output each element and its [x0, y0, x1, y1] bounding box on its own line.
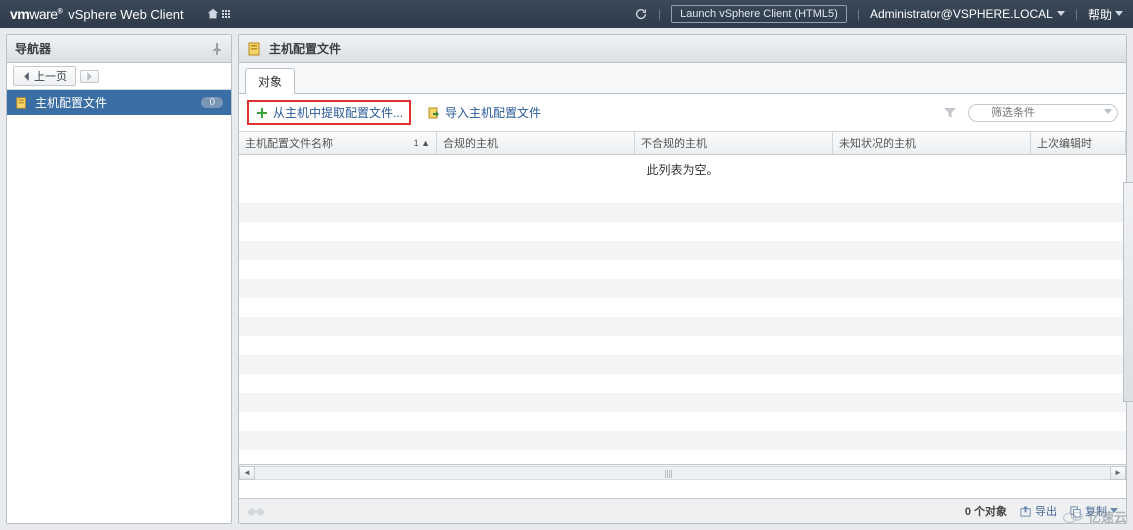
- scroll-track[interactable]: [255, 466, 1110, 480]
- content-header: 主机配置文件: [239, 35, 1126, 63]
- navigator-title: 导航器: [15, 40, 51, 57]
- find-icon[interactable]: [247, 504, 265, 518]
- tab-objects[interactable]: 对象: [245, 68, 295, 94]
- import-profile-label: 导入主机配置文件: [445, 104, 541, 121]
- table-row: [239, 355, 1126, 374]
- table-row: [239, 279, 1126, 298]
- table-header: 主机配置文件名称 1 ▲ 合规的主机 不合规的主机 未知状况的主机 上次编辑时: [239, 132, 1126, 155]
- vmware-logo: vmware®: [10, 6, 62, 22]
- chevron-down-icon: [1057, 11, 1065, 17]
- object-count: 0 个对象: [965, 503, 1007, 519]
- product-title: vSphere Web Client: [68, 7, 183, 22]
- col-last-edit[interactable]: 上次编辑时: [1031, 132, 1126, 154]
- help-menu[interactable]: 帮助: [1088, 6, 1123, 23]
- chevron-right-icon: [85, 72, 94, 81]
- navigator-back-row: 上一页: [7, 63, 231, 90]
- table-row: [239, 203, 1126, 222]
- filter-input-wrap: [968, 104, 1118, 122]
- table-row: [239, 298, 1126, 317]
- table-row: [239, 184, 1126, 203]
- user-label: Administrator@VSPHERE.LOCAL: [870, 7, 1053, 21]
- home-icon[interactable]: [206, 7, 230, 21]
- workspace: 导航器 上一页 主机配置文件 0 主机配置文件 对象: [0, 28, 1133, 530]
- content-panel: 主机配置文件 对象 从主机中提取配置文件... 导入主机配置文件: [238, 34, 1127, 524]
- user-menu[interactable]: Administrator@VSPHERE.LOCAL: [870, 7, 1065, 21]
- header-right: | Launch vSphere Client (HTML5) | Admini…: [634, 5, 1123, 23]
- host-profile-icon: [15, 96, 29, 110]
- pin-icon[interactable]: [211, 43, 223, 55]
- content-title: 主机配置文件: [269, 40, 341, 57]
- back-label: 上一页: [34, 68, 67, 84]
- content-footer: 0 个对象 导出 复制: [239, 498, 1126, 523]
- table-row: [239, 260, 1126, 279]
- watermark: 亿速云: [1062, 507, 1127, 526]
- filter-input[interactable]: [968, 104, 1118, 122]
- extract-profile-label: 从主机中提取配置文件...: [273, 104, 403, 121]
- table-body: [239, 184, 1126, 464]
- table-row: [239, 222, 1126, 241]
- export-label: 导出: [1035, 503, 1057, 519]
- chevron-left-icon: [22, 72, 31, 81]
- table-row: [239, 317, 1126, 336]
- launch-html5-button[interactable]: Launch vSphere Client (HTML5): [671, 5, 847, 23]
- col-noncompliant[interactable]: 不合规的主机: [635, 132, 833, 154]
- table-row: [239, 412, 1126, 431]
- export-icon: [1019, 505, 1032, 518]
- table-row: [239, 336, 1126, 355]
- col-profile-name[interactable]: 主机配置文件名称 1 ▲: [239, 132, 437, 154]
- extract-profile-button[interactable]: 从主机中提取配置文件...: [247, 100, 411, 125]
- refresh-icon[interactable]: [634, 7, 648, 21]
- navigator-body: [7, 115, 231, 523]
- sort-indicator: 1 ▲: [414, 138, 430, 148]
- chevron-down-icon: [1104, 109, 1112, 115]
- navigator-panel: 导航器 上一页 主机配置文件 0: [6, 34, 232, 524]
- sidebar-item-label: 主机配置文件: [35, 94, 107, 111]
- sidebar-item-host-profiles[interactable]: 主机配置文件 0: [7, 90, 231, 115]
- import-profile-button[interactable]: 导入主机配置文件: [421, 101, 547, 124]
- table: 主机配置文件名称 1 ▲ 合规的主机 不合规的主机 未知状况的主机 上次编辑时 …: [239, 132, 1126, 498]
- filter-funnel-icon[interactable]: [942, 105, 958, 121]
- horizontal-scrollbar[interactable]: ◄ ►: [239, 464, 1126, 480]
- scroll-right-button[interactable]: ►: [1110, 466, 1126, 480]
- chevron-down-icon: [1115, 11, 1123, 17]
- back-button[interactable]: 上一页: [13, 66, 76, 86]
- import-icon: [427, 106, 441, 120]
- export-button[interactable]: 导出: [1019, 503, 1057, 519]
- col-compliant[interactable]: 合规的主机: [437, 132, 635, 154]
- table-row: [239, 374, 1126, 393]
- host-profile-icon: [247, 41, 263, 57]
- table-row: [239, 241, 1126, 260]
- app-header: vmware® vSphere Web Client | Launch vSph…: [0, 0, 1133, 28]
- toolbar: 从主机中提取配置文件... 导入主机配置文件: [239, 94, 1126, 132]
- right-collapsed-panel[interactable]: [1123, 182, 1133, 402]
- table-row: [239, 431, 1126, 450]
- table-row: [239, 393, 1126, 412]
- help-label: 帮助: [1088, 6, 1112, 23]
- sidebar-item-badge: 0: [201, 97, 223, 108]
- forward-button[interactable]: [80, 70, 99, 83]
- tab-bar: 对象: [239, 63, 1126, 94]
- scroll-left-button[interactable]: ◄: [239, 466, 255, 480]
- plus-icon: [255, 106, 269, 120]
- col-unknown[interactable]: 未知状况的主机: [833, 132, 1031, 154]
- empty-message: 此列表为空。: [239, 155, 1126, 184]
- navigator-header: 导航器: [7, 35, 231, 63]
